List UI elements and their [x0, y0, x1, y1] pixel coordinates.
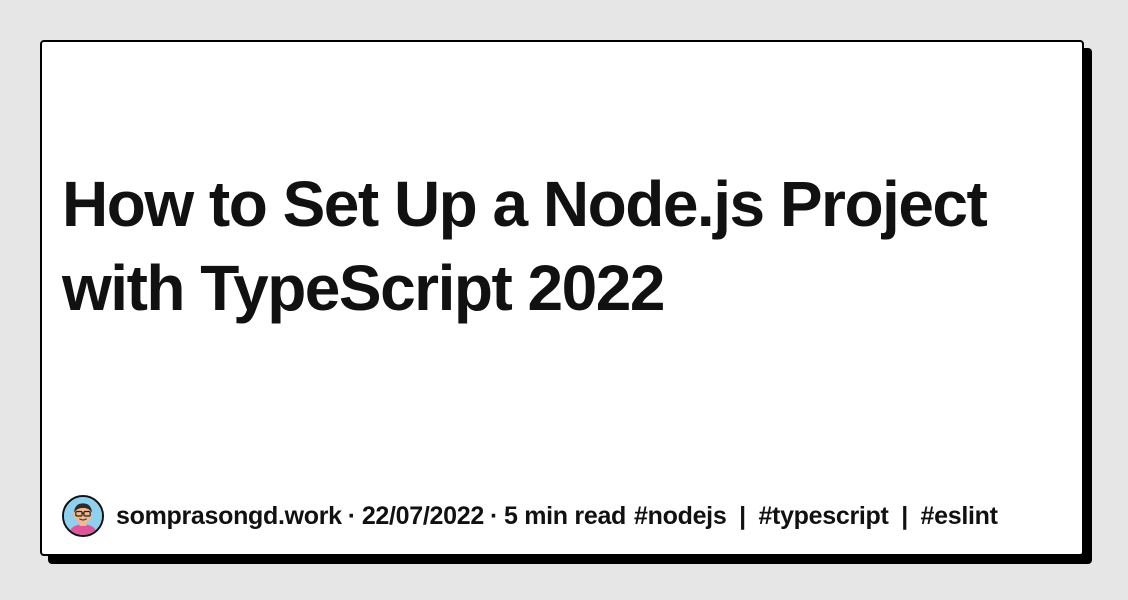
tag-typescript[interactable]: #typescript [758, 502, 888, 530]
tag-list: #nodejs | #typescript | #eslint [634, 502, 998, 531]
post-meta: somprasongd.work · 22/07/2022 · 5 min re… [62, 493, 998, 539]
tag-separator: | [901, 501, 908, 530]
og-card: How to Set Up a Node.js Project with Typ… [40, 40, 1084, 556]
tag-eslint[interactable]: #eslint [921, 502, 998, 530]
user-avatar-icon [62, 495, 104, 537]
read-time: 5 min read [503, 501, 627, 530]
meta-separator: · [347, 501, 356, 530]
publish-date: 22/07/2022 [361, 501, 484, 530]
tag-separator: | [739, 501, 746, 530]
tag-nodejs[interactable]: #nodejs [634, 502, 727, 530]
meta-separator: · [489, 501, 498, 530]
page-title: How to Set Up a Node.js Project with Typ… [62, 168, 988, 324]
author-name[interactable]: somprasongd.work [116, 502, 342, 531]
